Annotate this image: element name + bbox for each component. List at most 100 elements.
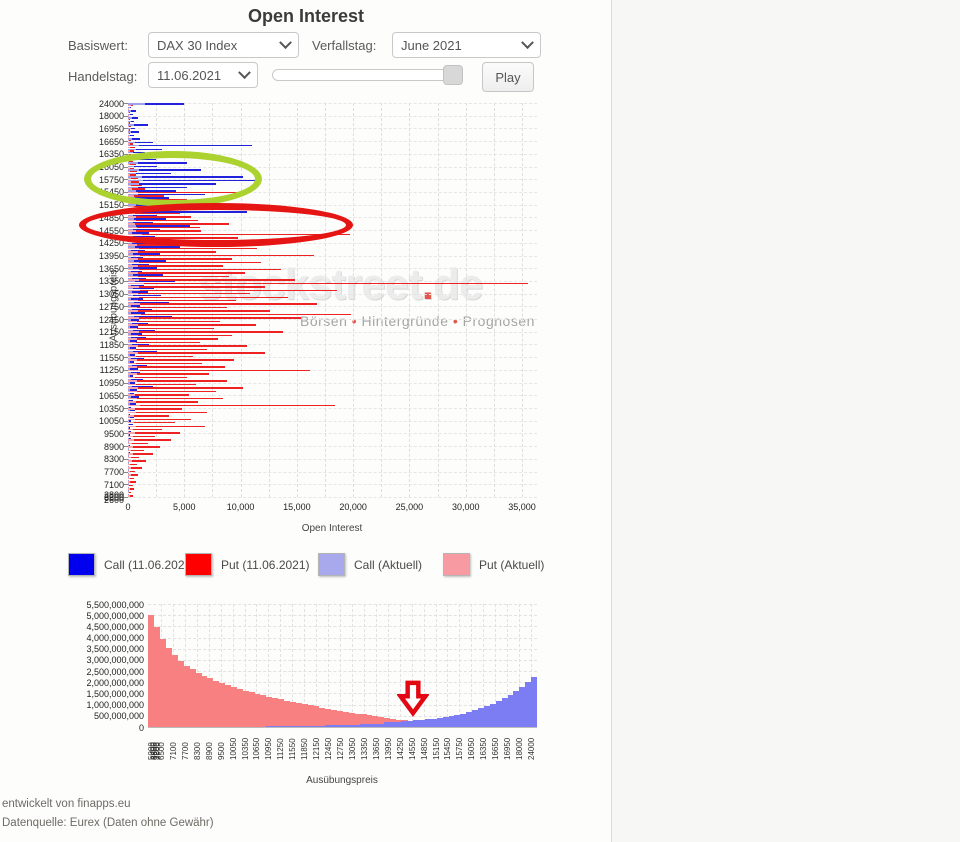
gridline-h xyxy=(148,648,537,650)
legend-item: Put (Aktuell) xyxy=(443,553,544,576)
put-bar xyxy=(128,303,318,305)
chevron-down-icon xyxy=(521,35,534,49)
x-tick-label: 20,000 xyxy=(339,502,367,512)
watermark-tagline: Börsen • Hintergründe • Prognosen xyxy=(300,313,535,329)
vertical-divider xyxy=(611,0,612,842)
x-axis-line xyxy=(148,727,537,728)
x-tick-label: 11850 xyxy=(300,738,310,760)
verfallstag-select[interactable]: June 2021 xyxy=(392,32,541,58)
gridline-v xyxy=(493,103,495,497)
y-tick-label: 11550 xyxy=(99,352,124,363)
gridline-v xyxy=(437,103,439,497)
handelstag-slider-thumb[interactable] xyxy=(443,65,463,85)
x-tick-label: 13650 xyxy=(371,737,381,760)
verfallstag-label: Verfallstag: xyxy=(312,38,377,53)
put-bar xyxy=(128,415,169,417)
red-arrow-down-annotation xyxy=(397,680,429,717)
x-tick-label: 10350 xyxy=(240,737,250,760)
x-tick-label: 7100 xyxy=(168,742,178,760)
legend-label: Call (Aktuell) xyxy=(354,557,423,572)
gridline-v xyxy=(381,103,383,497)
basiswert-select[interactable]: DAX 30 Index xyxy=(148,32,299,58)
y-tick-label: 10650 xyxy=(98,390,124,401)
y-tick-label: 8900 xyxy=(103,441,124,452)
put-bar xyxy=(128,345,248,347)
play-button[interactable]: Play xyxy=(482,62,534,92)
x-tick-label: 15750 xyxy=(455,737,465,760)
y-tick-label: 1,000,000,000 xyxy=(86,700,144,711)
y-tick-label: 10050 xyxy=(98,416,124,427)
y-tick-label: 18000 xyxy=(98,111,124,122)
put-bar xyxy=(128,338,219,340)
gridline-v xyxy=(353,103,355,497)
y-tick-label: 13650 xyxy=(98,263,124,274)
gridline-h xyxy=(128,128,537,130)
x-tick-label-overlap: 2600 xyxy=(153,742,163,760)
chevron-down-icon xyxy=(279,35,292,49)
y-tick-label: 5,000,000,000 xyxy=(86,610,144,621)
x-tick-label: 14250 xyxy=(395,737,405,760)
gridline-h xyxy=(148,615,537,617)
x-tick-label: 16950 xyxy=(503,737,513,760)
gridline-h xyxy=(128,484,537,486)
handelstag-slider-track[interactable] xyxy=(272,69,462,81)
gridline-v xyxy=(522,103,523,497)
y-tick-label: 1,500,000,000 xyxy=(86,688,144,699)
y-tick-mark xyxy=(124,497,128,498)
put-bar xyxy=(128,408,183,410)
put-bar xyxy=(128,373,210,375)
handelstag-select[interactable]: 11.06.2021 xyxy=(148,62,258,88)
gridline-v xyxy=(435,604,437,727)
y-tick-label: 2,500,000,000 xyxy=(86,666,144,677)
red-ellipse-annotation xyxy=(79,203,353,247)
legend-swatch xyxy=(185,553,212,576)
y-tick-label: 500,000,000 xyxy=(93,711,144,722)
content-pane: Open Interest Basiswert: DAX 30 Index Ve… xyxy=(0,0,611,842)
footer-datasource: Datenquelle: Eurex (Daten ohne Gewähr) xyxy=(2,817,214,829)
gridline-v xyxy=(465,103,467,497)
put-bar xyxy=(128,422,176,424)
page: Open Interest Basiswert: DAX 30 Index Ve… xyxy=(0,0,960,842)
gridline-h xyxy=(128,471,537,473)
value-distribution-chart: Ausübungspreis 5,500,000,000 5,000,000,00… xyxy=(0,595,612,795)
x-tick-label: 0 xyxy=(125,502,131,512)
put-bar xyxy=(128,380,228,382)
legend-label: Call (11.06.2021) xyxy=(104,557,196,572)
put-bar xyxy=(128,247,258,250)
y-tick-label: 13950 xyxy=(98,251,124,262)
legend-item: Call (Aktuell) xyxy=(318,553,422,576)
y-tick-label: 12150 xyxy=(98,327,124,338)
call-value-bar xyxy=(531,676,538,727)
x-tick-label: 14850 xyxy=(419,737,429,760)
gridline-h xyxy=(148,659,537,661)
page-title: Open Interest xyxy=(247,6,365,26)
put-bar xyxy=(128,310,270,312)
put-bar xyxy=(128,331,284,333)
y-tick-label: 8300 xyxy=(103,454,124,465)
green-ellipse-annotation xyxy=(84,151,262,207)
gridline-h xyxy=(128,458,537,460)
gridline-v xyxy=(459,604,461,727)
legend-item: Put (11.06.2021) xyxy=(185,553,310,576)
x-tick-label: 30,000 xyxy=(451,502,480,512)
put-bar xyxy=(128,439,171,441)
gridline-h xyxy=(128,433,537,435)
gridline-h xyxy=(148,626,537,628)
put-bar xyxy=(128,411,207,414)
gridline-h xyxy=(128,497,537,498)
y-tick-label: 4,500,000,000 xyxy=(86,621,144,632)
handelstag-label: Handelstag: xyxy=(68,69,138,84)
y-tick-label: 9500 xyxy=(103,428,124,439)
gridline-h xyxy=(128,357,537,359)
open-interest-bar-chart: Ausübungspreis Open Interest stockstreet… xyxy=(0,99,612,545)
x-tick-label: 15,000 xyxy=(283,502,311,512)
put-bar xyxy=(128,359,234,361)
gridline-h xyxy=(128,141,537,143)
x-tick-label: 13950 xyxy=(383,737,393,760)
put-bar xyxy=(128,387,243,389)
gridline-h xyxy=(148,637,537,639)
y-tick-label: 3,000,000,000 xyxy=(86,655,144,666)
footer-developer: entwickelt von finapps.eu xyxy=(2,798,131,810)
put-bar xyxy=(128,425,205,427)
call-bar xyxy=(128,145,252,147)
